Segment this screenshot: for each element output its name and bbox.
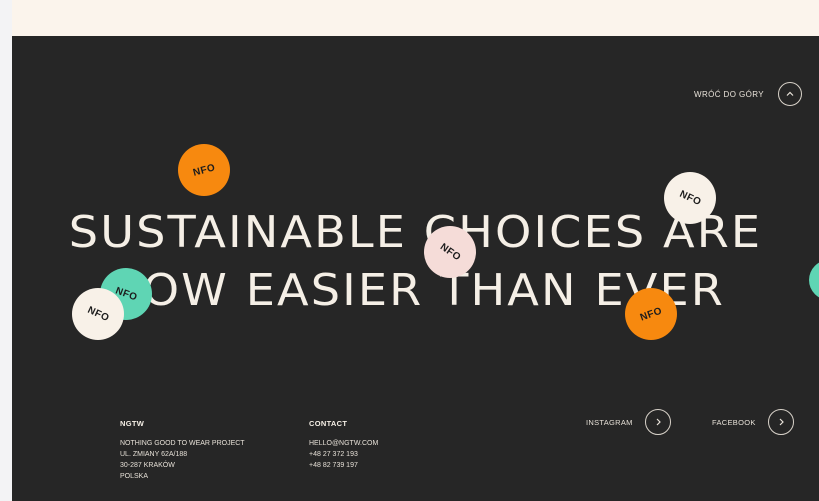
contact-phone[interactable]: +48 82 739 197 (309, 460, 378, 471)
address-line: NOTHING GOOD TO WEAR PROJECT (120, 440, 245, 447)
facebook-label: FACEBOOK (712, 417, 756, 427)
contact-email[interactable]: HELLO@NGTW.COM (309, 438, 378, 449)
nfo-sticker: NFO (664, 172, 716, 224)
top-band (12, 0, 819, 36)
address-line: 30-287 KRAKÓW (120, 462, 175, 469)
nfo-sticker: NFO (178, 144, 230, 196)
contact-info: CONTACT HELLO@NGTW.COM +48 27 372 193 +4… (309, 418, 378, 471)
nfo-sticker: NFO (625, 288, 677, 340)
footer-section: WRÓĆ DO GÓRY SUSTAINABLE CHOICES ARE NOW… (12, 36, 819, 501)
address-line: POLSKA (120, 473, 149, 480)
back-to-top-label: WRÓĆ DO GÓRY (694, 89, 764, 99)
back-to-top-button[interactable]: WRÓĆ DO GÓRY (694, 82, 802, 106)
chevron-right-icon[interactable] (644, 409, 671, 435)
nfo-sticker: NFO (424, 226, 476, 278)
contact-phone[interactable]: +48 27 372 193 (309, 449, 378, 460)
chevron-up-icon[interactable] (778, 82, 802, 106)
contact-title: CONTACT (309, 419, 348, 428)
company-title: NGTW (120, 419, 145, 428)
chevron-right-icon[interactable] (767, 409, 794, 435)
instagram-link[interactable]: INSTAGRAM (586, 409, 671, 435)
instagram-label: INSTAGRAM (586, 417, 633, 427)
nfo-sticker: NFO (72, 288, 124, 340)
address-line: UL. ZMIANY 62A/188 (120, 451, 188, 458)
facebook-link[interactable]: FACEBOOK (712, 409, 794, 435)
company-info: NGTW NOTHING GOOD TO WEAR PROJECT UL. ZM… (120, 418, 245, 482)
